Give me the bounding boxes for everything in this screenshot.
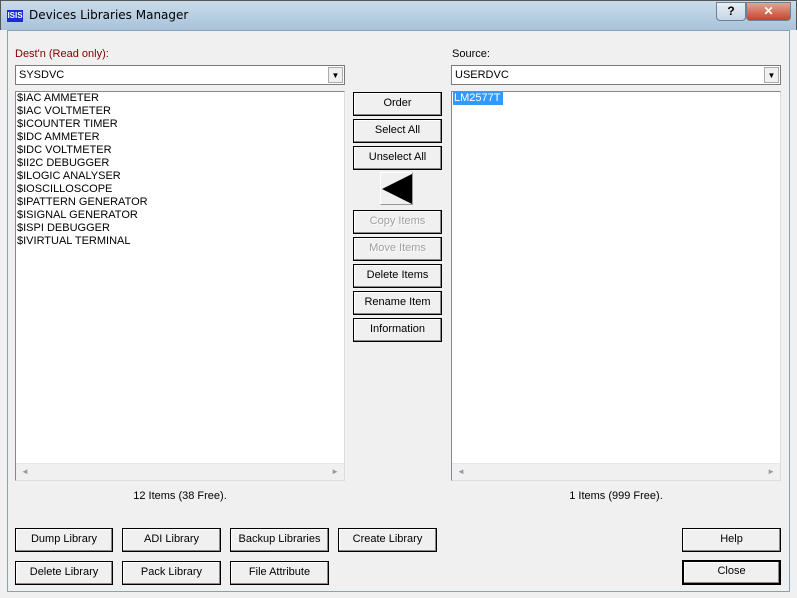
list-item-label: $IDC VOLTMETER	[17, 144, 112, 156]
source-horizontal-scrollbar[interactable]: ◄ ►	[452, 463, 780, 480]
rename-item-button[interactable]: Rename Item	[353, 291, 442, 315]
app-icon: ISIS	[7, 10, 23, 22]
create-library-button[interactable]: Create Library	[338, 528, 437, 552]
list-item-label: $II2C DEBUGGER	[17, 157, 110, 169]
list-item-label: $ILOGIC ANALYSER	[17, 170, 121, 182]
list-item[interactable]: $IDC AMMETER	[16, 131, 344, 144]
list-item-label: $ISPI DEBUGGER	[17, 222, 110, 234]
dest-device-list[interactable]: $IAC AMMETER $IAC VOLTMETER $ICOUNTER TIME…	[15, 91, 345, 481]
unselect-all-button[interactable]: Unselect All	[353, 146, 442, 170]
list-item[interactable]: $IDC VOLTMETER	[16, 144, 344, 157]
file-attribute-button[interactable]: File Attribute	[230, 561, 329, 585]
adi-library-button[interactable]: ADI Library	[122, 528, 221, 552]
delete-library-button[interactable]: Delete Library	[15, 561, 113, 585]
source-device-list[interactable]: LM2577T ◄ ►	[451, 91, 781, 481]
list-item-label: $IDC AMMETER	[17, 131, 100, 143]
list-item-label: $IAC AMMETER	[17, 92, 99, 104]
source-label: Source:	[452, 48, 490, 60]
list-item-label: $IPATTERN GENERATOR	[17, 196, 148, 208]
title-help-button[interactable]: ?	[716, 2, 746, 21]
dump-library-button[interactable]: Dump Library	[15, 528, 113, 552]
chevron-down-icon[interactable]: ▼	[764, 67, 779, 83]
dest-library-value: SYSDVC	[19, 69, 65, 81]
list-item[interactable]: $ISPI DEBUGGER	[16, 222, 344, 235]
list-item-label: LM2577T	[453, 92, 504, 105]
list-item-label: $IAC VOLTMETER	[17, 105, 111, 117]
list-item[interactable]: $ILOGIC ANALYSER	[16, 170, 344, 183]
title-close-button[interactable]: ✕	[746, 2, 791, 21]
title-bar: ISIS Devices Libraries Manager ? ✕	[0, 0, 797, 30]
dest-horizontal-scrollbar[interactable]: ◄ ►	[16, 463, 344, 480]
pack-library-button[interactable]: Pack Library	[122, 561, 221, 585]
direction-button[interactable]	[380, 172, 413, 205]
order-button[interactable]: Order	[353, 92, 442, 116]
backup-libraries-button[interactable]: Backup Libraries	[230, 528, 329, 552]
chevron-down-icon[interactable]: ▼	[328, 67, 343, 83]
list-item[interactable]: $IAC AMMETER	[16, 92, 344, 105]
dest-item-count: 12 Items (38 Free).	[133, 490, 227, 502]
list-item-label: $IVIRTUAL TERMINAL	[17, 235, 131, 247]
list-item[interactable]: $ICOUNTER TIMER	[16, 118, 344, 131]
source-library-select[interactable]: USERDVC ▼	[451, 65, 781, 85]
move-items-button[interactable]: Move Items	[353, 237, 442, 261]
information-button[interactable]: Information	[353, 318, 442, 342]
source-item-count: 1 Items (999 Free).	[569, 490, 663, 502]
list-item[interactable]: $IAC VOLTMETER	[16, 105, 344, 118]
copy-items-button[interactable]: Copy Items	[353, 210, 442, 234]
list-item-label: $ISIGNAL GENERATOR	[17, 209, 138, 221]
arrow-left-icon	[382, 174, 412, 204]
dest-library-select[interactable]: SYSDVC ▼	[15, 65, 345, 85]
delete-items-button[interactable]: Delete Items	[353, 264, 442, 288]
list-item-label: $ICOUNTER TIMER	[17, 118, 118, 130]
list-item[interactable]: $II2C DEBUGGER	[16, 157, 344, 170]
help-button[interactable]: Help	[682, 528, 781, 552]
list-item[interactable]: $IOSCILLOSCOPE	[16, 183, 344, 196]
dest-label: Dest'n (Read only):	[15, 48, 109, 60]
list-item[interactable]: $ISIGNAL GENERATOR	[16, 209, 344, 222]
select-all-button[interactable]: Select All	[353, 119, 442, 143]
list-item[interactable]: $IVIRTUAL TERMINAL	[16, 235, 344, 248]
close-button[interactable]: Close	[682, 560, 781, 585]
list-item[interactable]: LM2577T	[452, 92, 780, 105]
source-library-value: USERDVC	[455, 69, 509, 81]
list-item[interactable]: $IPATTERN GENERATOR	[16, 196, 344, 209]
window-title: Devices Libraries Manager	[29, 8, 189, 22]
list-item-label: $IOSCILLOSCOPE	[17, 183, 113, 195]
